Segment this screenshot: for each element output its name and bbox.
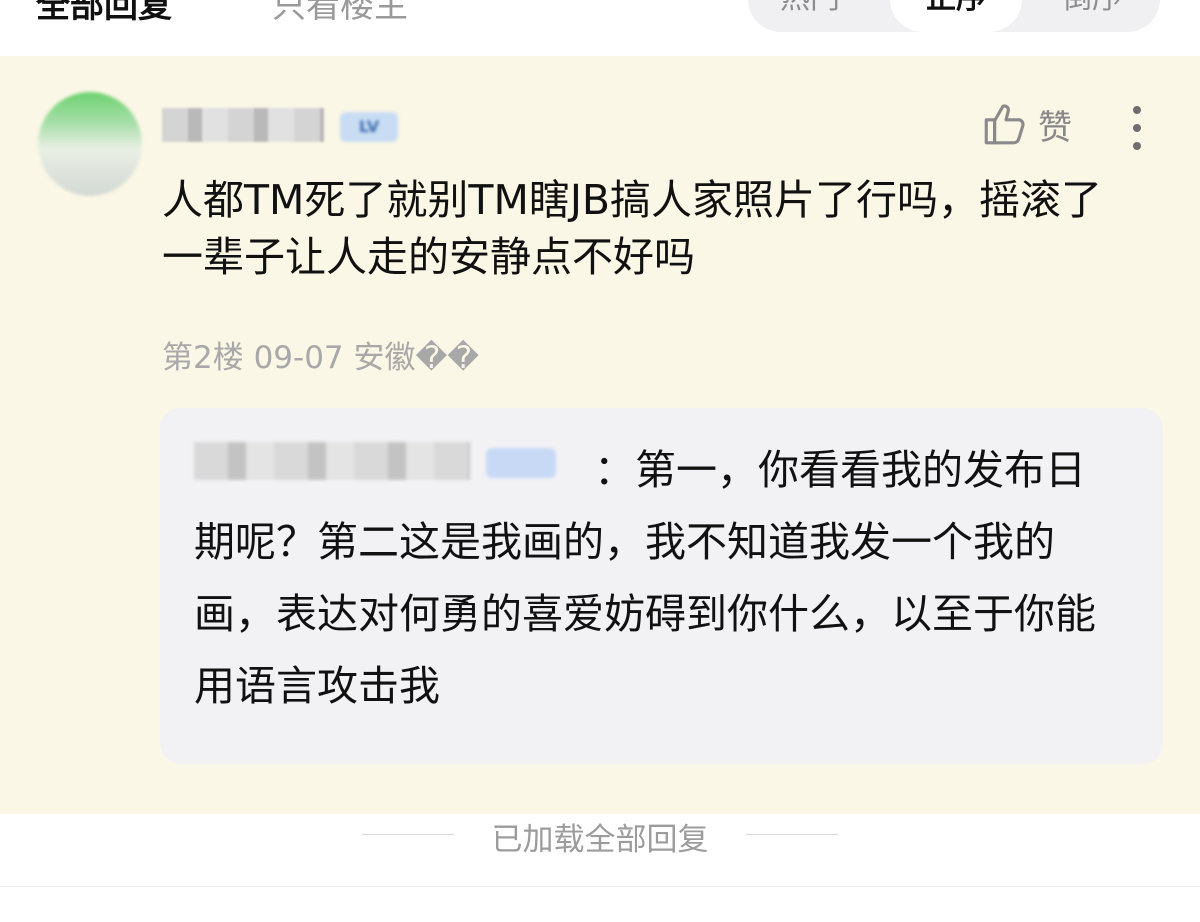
tab-owner-only[interactable]: 只看楼主 [272, 0, 408, 27]
reply-header: 全部回复 只看楼主 热门 正序 倒序 [0, 0, 1200, 56]
divider-line-right [746, 834, 838, 835]
sub-reply-text-block: ：第一，你看看我的发布日期呢？第二这是我画的，我不知道我发一个我的画，表达对何勇… [194, 434, 1124, 722]
avatar[interactable] [38, 92, 142, 196]
bottom-input-bar[interactable] [0, 886, 1200, 922]
loaded-all-divider: 已加载全部回复 [0, 808, 1200, 858]
like-label: 赞 [1038, 107, 1072, 148]
post-meta: 第2楼 09-07 安徽�� [162, 340, 480, 376]
username-blurred[interactable] [162, 108, 324, 142]
reply-floor: LV 赞 人都TM死了就别TM瞎JB搞人家照片了行吗，摇滚了一辈子让人走的安静点… [0, 56, 1200, 814]
post-content: 人都TM死了就别TM瞎JB搞人家照片了行吗，摇滚了一辈子让人走的安静点不好吗 [162, 176, 1103, 281]
sub-reply-text: ：第一，你看看我的发布日期呢？第二这是我画的，我不知道我发一个我的画，表达对何勇… [194, 446, 1096, 710]
sort-switcher: 热门 正序 倒序 [748, 0, 1160, 32]
sub-reply-card[interactable]: ：第一，你看看我的发布日期呢？第二这是我画的，我不知道我发一个我的画，表达对何勇… [160, 408, 1163, 764]
sort-hot[interactable]: 热门 [780, 0, 840, 32]
sort-ascending[interactable]: 正序 [890, 0, 1022, 32]
thumbs-up-icon [984, 104, 1025, 145]
like-button[interactable]: 赞 [980, 96, 1072, 152]
sort-descending[interactable]: 倒序 [1062, 0, 1122, 32]
tab-all-replies[interactable]: 全部回复 [36, 0, 172, 27]
loaded-all-text: 已加载全部回复 [491, 822, 709, 858]
more-vertical-icon[interactable] [1118, 98, 1158, 158]
level-badge: LV [340, 112, 398, 142]
